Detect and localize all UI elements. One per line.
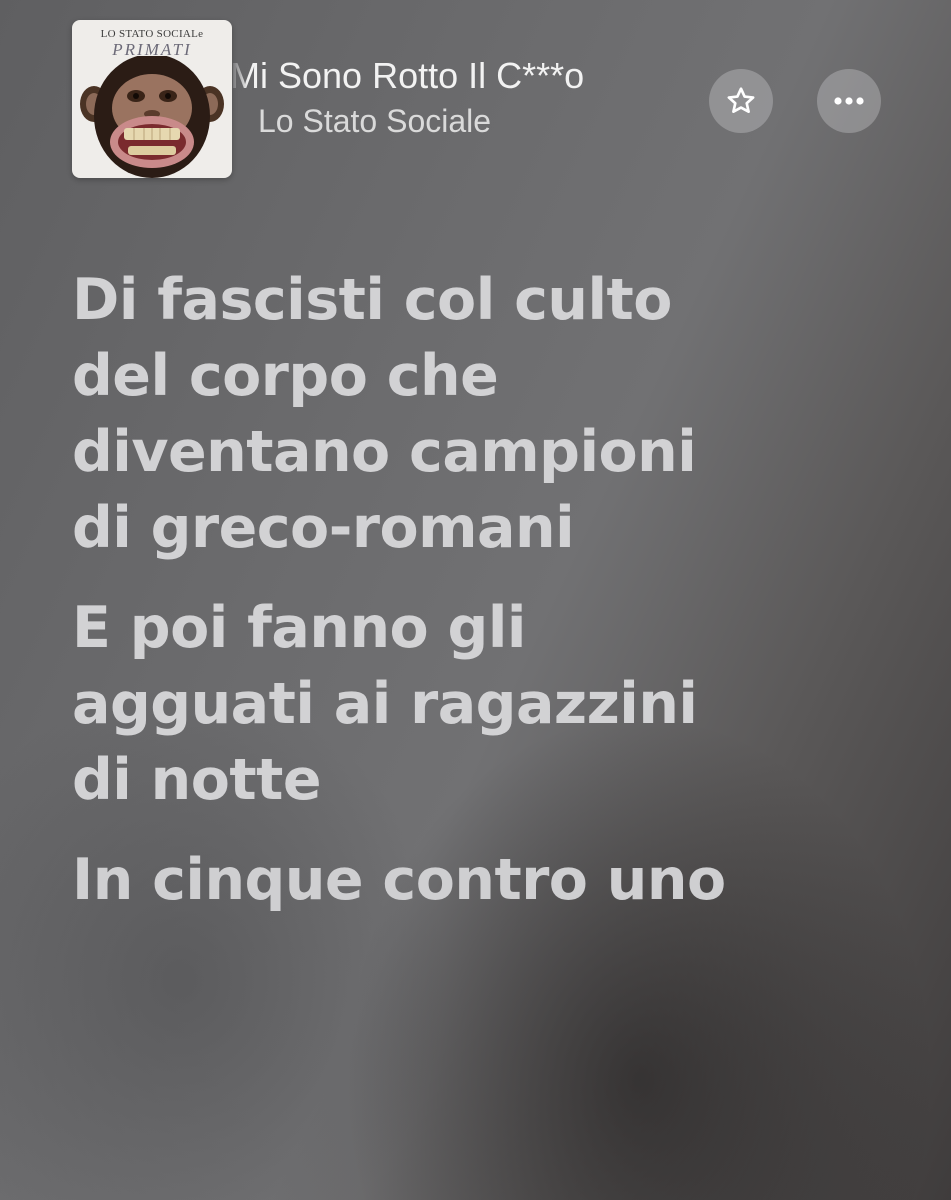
lyrics-stanza[interactable]: Di fascisti col culto del corpo che dive… bbox=[72, 262, 912, 566]
song-title: Mi Sono Rotto Il C***o bbox=[230, 55, 585, 96]
lyrics-view[interactable]: Di fascisti col culto del corpo che dive… bbox=[72, 262, 912, 942]
now-playing-header: LO STATO SOCIALe PRIMATI Mi Sono Rotto I… bbox=[0, 0, 951, 200]
lyrics-stanza[interactable]: E poi fanno gli agguati ai ragazzini di … bbox=[72, 590, 912, 818]
track-info[interactable]: Mi Sono Rotto Il C***o Lo Stato Sociale bbox=[230, 55, 584, 140]
lyric-line[interactable]: E poi fanno gli bbox=[72, 590, 912, 666]
favorite-button[interactable] bbox=[709, 69, 773, 133]
ellipsis-icon bbox=[834, 97, 864, 105]
lyrics-stanza[interactable]: In cinque contro uno bbox=[72, 842, 912, 918]
artist-name[interactable]: Lo Stato Sociale bbox=[258, 103, 584, 140]
more-options-button[interactable] bbox=[817, 69, 881, 133]
lyric-line[interactable]: agguati ai ragazzini bbox=[72, 666, 912, 742]
star-icon bbox=[727, 87, 755, 113]
artwork-brand-text: LO STATO SOCIALe bbox=[100, 28, 204, 40]
lyric-line[interactable]: Di fascisti col culto bbox=[72, 262, 912, 338]
lyric-line[interactable]: del corpo che bbox=[72, 338, 912, 414]
lyric-line[interactable]: di notte bbox=[72, 742, 912, 818]
album-artwork[interactable]: LO STATO SOCIALe PRIMATI bbox=[72, 20, 232, 178]
lyric-line[interactable]: di greco-romani bbox=[72, 490, 912, 566]
lyric-line[interactable]: diventano campioni bbox=[72, 414, 912, 490]
chimpanzee-image bbox=[80, 56, 224, 178]
lyric-line[interactable]: In cinque contro uno bbox=[72, 842, 912, 918]
